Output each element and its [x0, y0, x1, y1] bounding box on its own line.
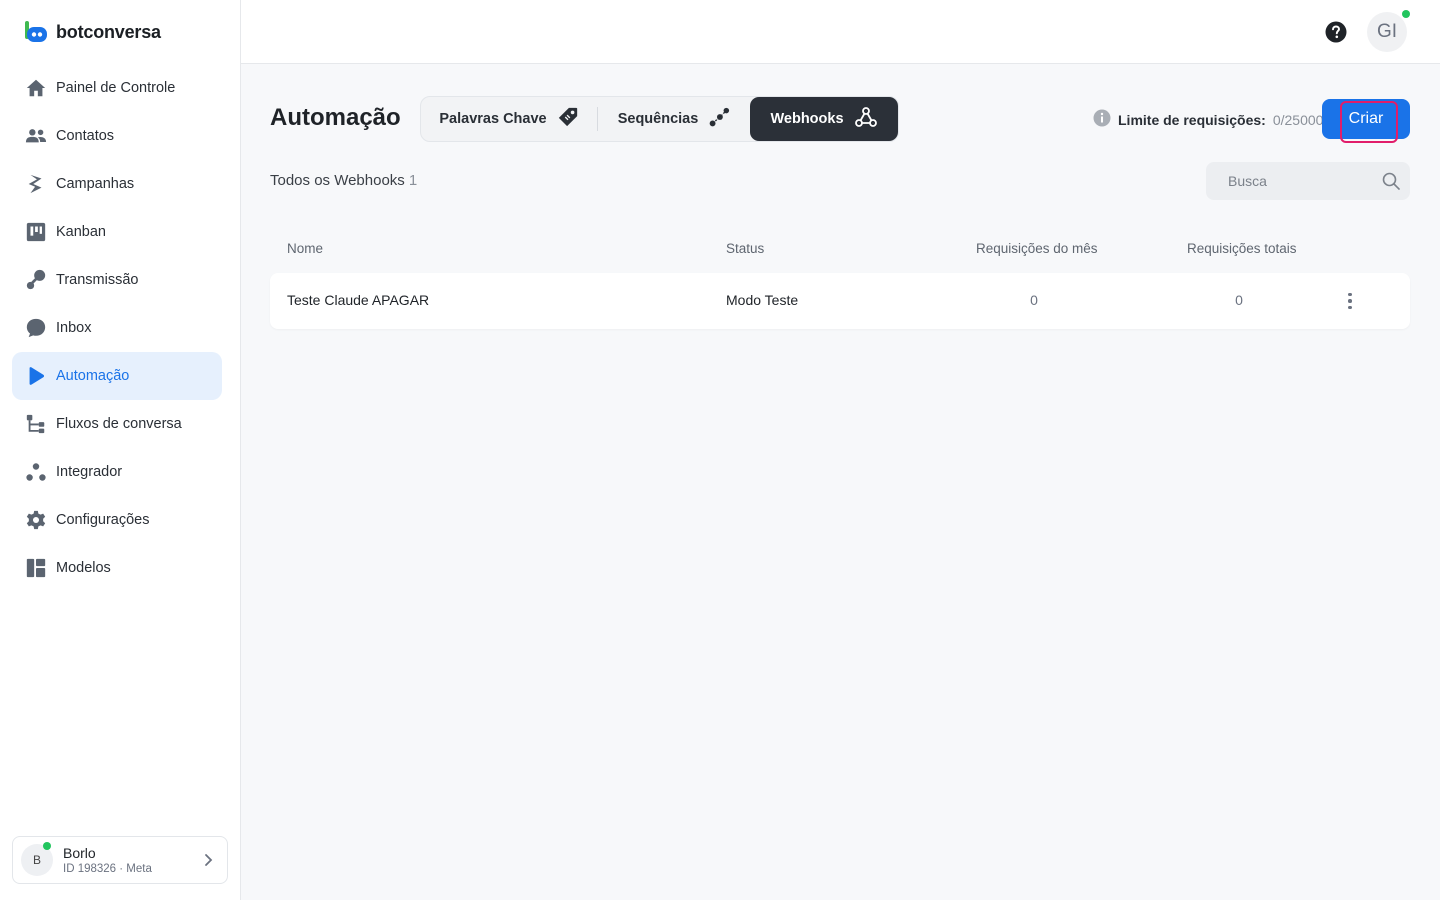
- online-status-dot: [1402, 10, 1410, 18]
- webhook-total-requests: 0: [1235, 292, 1243, 308]
- logo-icon: [24, 21, 48, 43]
- sidebar-item-label: Configurações: [56, 512, 150, 528]
- sidebar-item-label: Integrador: [56, 464, 123, 480]
- kanban-icon: [24, 220, 48, 244]
- column-header-status[interactable]: Status: [726, 241, 764, 256]
- user-avatar[interactable]: GI: [1367, 12, 1407, 52]
- broadcast-icon: [24, 268, 48, 292]
- webhook-count: 1: [408, 172, 418, 189]
- column-header-requisicoes-totais[interactable]: Requisições totais: [1187, 241, 1297, 256]
- users-icon: [24, 124, 48, 148]
- sidebar-item-label: Modelos: [56, 560, 111, 576]
- sidebar-item-painel[interactable]: Painel de Controle: [12, 64, 222, 112]
- tab-palavras-chave[interactable]: Palavras Chave: [421, 97, 597, 141]
- avatar: B: [21, 842, 53, 876]
- webhook-status: Modo Teste: [726, 292, 799, 308]
- column-header-requisicoes-mes[interactable]: Requisições do mês: [976, 241, 1098, 256]
- sidebar-item-integrador[interactable]: Integrador: [12, 448, 222, 496]
- user-initials: GI: [1376, 21, 1398, 42]
- sidebar-item-label: Automação: [56, 368, 130, 384]
- search-box: [1206, 162, 1410, 200]
- automation-tabs: Palavras Chave Sequências Webhooks: [420, 96, 899, 142]
- limit-label: Limite de requisições:: [1118, 111, 1266, 128]
- info-icon[interactable]: [1093, 109, 1111, 130]
- highlight-box: [1340, 101, 1398, 143]
- sidebar: botconversa Painel de Controle Contatos …: [0, 0, 241, 900]
- tag-icon: [557, 106, 579, 132]
- sidebar-item-label: Campanhas: [56, 176, 135, 192]
- templates-icon: [24, 556, 48, 580]
- sidebar-nav: Painel de Controle Contatos Campanhas Ka…: [12, 64, 222, 592]
- sidebar-item-label: Transmissão: [56, 272, 139, 288]
- sidebar-item-configuracoes[interactable]: Configurações: [12, 496, 222, 544]
- account-switcher[interactable]: B Borlo ID 198326 · Meta: [12, 836, 228, 884]
- account-name: Borlo: [63, 845, 96, 861]
- sidebar-item-label: Painel de Controle: [56, 80, 176, 96]
- gear-icon: [24, 508, 48, 532]
- more-options-icon[interactable]: [1340, 289, 1360, 313]
- webhook-name[interactable]: Teste Claude APAGAR: [287, 292, 429, 308]
- sidebar-item-inbox[interactable]: Inbox: [12, 304, 222, 352]
- sequence-icon: [708, 106, 730, 132]
- section-title-text: Todos os Webhooks: [270, 172, 405, 189]
- search-icon[interactable]: [1382, 172, 1400, 190]
- account-id: ID 198326 · Meta: [63, 863, 152, 875]
- tab-label: Sequências: [617, 111, 699, 127]
- online-status-dot: [43, 842, 51, 850]
- webhook-icon: [854, 105, 878, 133]
- limit-value: 0/25000: [1272, 111, 1324, 128]
- campaign-icon: [24, 172, 48, 196]
- sidebar-item-kanban[interactable]: Kanban: [12, 208, 222, 256]
- flow-icon: [24, 412, 48, 436]
- integrator-icon: [24, 460, 48, 484]
- tab-label: Webhooks: [770, 111, 844, 127]
- brand-logo[interactable]: botconversa: [24, 21, 161, 43]
- sidebar-item-label: Fluxos de conversa: [56, 416, 182, 432]
- chevron-right-icon: [201, 853, 215, 867]
- sidebar-item-campanhas[interactable]: Campanhas: [12, 160, 222, 208]
- page-title: Automação: [270, 104, 401, 131]
- sidebar-item-transmissao[interactable]: Transmissão: [12, 256, 222, 304]
- topbar: GI: [241, 0, 1440, 64]
- play-icon: [24, 364, 48, 388]
- tab-webhooks[interactable]: Webhooks: [750, 97, 898, 141]
- table-row[interactable]: Teste Claude APAGAR Modo Teste 0 0: [270, 273, 1410, 329]
- sidebar-item-contatos[interactable]: Contatos: [12, 112, 222, 160]
- search-input[interactable]: [1228, 173, 1368, 189]
- request-limit: Limite de requisições: 0/25000: [1093, 109, 1323, 130]
- account-initial: B: [32, 853, 41, 867]
- sidebar-item-label: Contatos: [56, 128, 115, 144]
- chat-bubble-icon: [24, 316, 48, 340]
- column-header-nome[interactable]: Nome: [287, 241, 323, 256]
- webhook-month-requests: 0: [1030, 292, 1038, 308]
- section-title: Todos os Webhooks 1: [270, 172, 417, 189]
- sidebar-item-label: Inbox: [56, 320, 92, 336]
- help-icon[interactable]: [1325, 21, 1347, 43]
- brand-name: botconversa: [56, 21, 161, 42]
- tab-sequencias[interactable]: Sequências: [598, 97, 750, 141]
- create-button[interactable]: Criar: [1322, 99, 1410, 143]
- sidebar-item-label: Kanban: [56, 224, 106, 240]
- sidebar-item-modelos[interactable]: Modelos: [12, 544, 222, 592]
- tab-label: Palavras Chave: [439, 111, 547, 127]
- home-icon: [24, 76, 48, 100]
- sidebar-item-automacao[interactable]: Automação: [12, 352, 222, 400]
- sidebar-item-fluxos[interactable]: Fluxos de conversa: [12, 400, 222, 448]
